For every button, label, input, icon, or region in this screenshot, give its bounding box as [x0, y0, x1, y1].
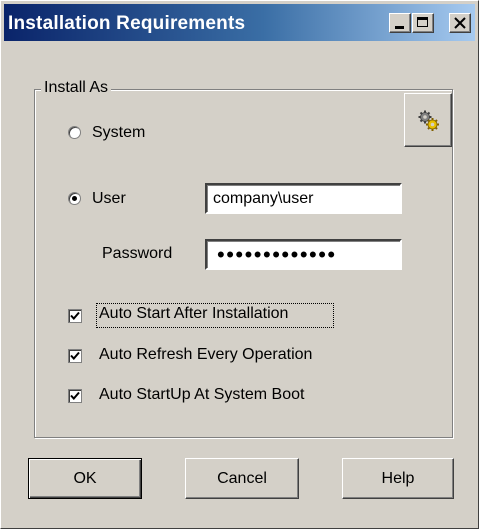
- auto-start-label[interactable]: Auto Start After Installation: [99, 305, 288, 323]
- maximize-icon: [417, 17, 428, 27]
- checkmark-icon: [70, 351, 80, 360]
- auto-startup-checkbox[interactable]: [68, 389, 82, 403]
- install-as-group-label: Install As: [41, 79, 112, 97]
- checkmark-icon: [70, 391, 80, 400]
- password-field[interactable]: •••••••••••••: [205, 239, 402, 270]
- gear-icon: [418, 110, 439, 131]
- auto-refresh-label[interactable]: Auto Refresh Every Operation: [99, 346, 312, 364]
- cancel-button[interactable]: Cancel: [185, 458, 299, 499]
- minimize-icon: [395, 26, 404, 29]
- auto-startup-label[interactable]: Auto StartUp At System Boot: [99, 386, 304, 404]
- minimize-button[interactable]: [389, 13, 411, 33]
- close-icon: [454, 17, 466, 29]
- radio-selected-dot: [72, 196, 77, 201]
- system-radio-label[interactable]: System: [92, 124, 145, 142]
- system-radio[interactable]: [68, 126, 81, 139]
- username-field[interactable]: [205, 183, 402, 214]
- user-radio[interactable]: [68, 192, 81, 205]
- auto-refresh-checkbox[interactable]: [68, 349, 82, 363]
- close-button[interactable]: [449, 13, 471, 33]
- settings-button[interactable]: [404, 93, 452, 147]
- password-label: Password: [102, 245, 173, 262]
- user-radio-label[interactable]: User: [92, 190, 126, 208]
- ok-button[interactable]: OK: [28, 458, 142, 499]
- title-bar[interactable]: Installation Requirements: [4, 4, 475, 41]
- help-button[interactable]: Help: [342, 458, 454, 499]
- maximize-button[interactable]: [412, 13, 434, 33]
- window-title: Installation Requirements: [8, 13, 246, 34]
- auto-start-checkbox[interactable]: [68, 309, 82, 323]
- installation-requirements-dialog: Installation Requirements Install As Sys…: [0, 0, 479, 529]
- password-mask: •••••••••••••: [217, 242, 337, 267]
- checkmark-icon: [70, 311, 80, 320]
